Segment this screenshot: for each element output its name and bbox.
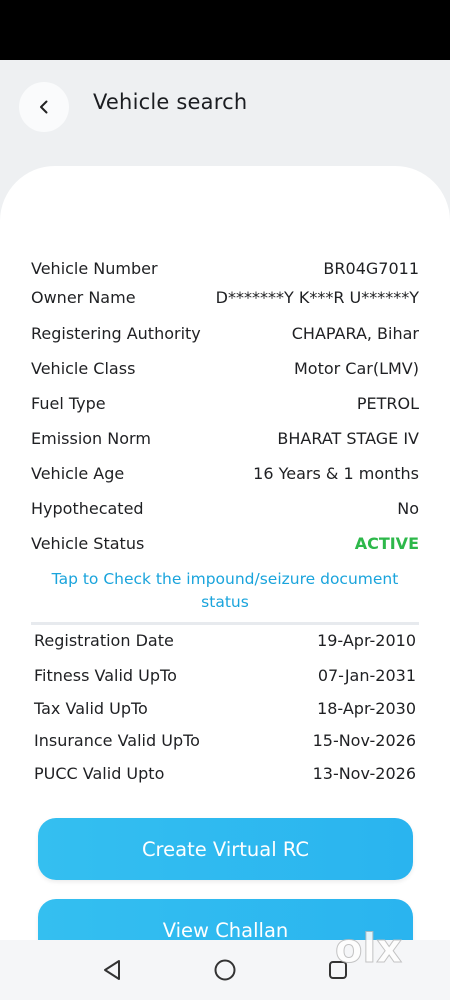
back-button[interactable] [19,82,69,132]
detail-label: Fuel Type [31,393,106,413]
section-divider [31,622,419,625]
detail-value: 16 Years & 1 months [253,463,419,483]
validity-value: 15-Nov-2026 [312,730,416,750]
validity-row-registration-date: Registration Date 19-Apr-2010 [34,628,416,652]
olx-watermark-logo: olx [335,926,403,973]
validity-label: PUCC Valid Upto [34,763,165,783]
detail-value: PETROL [356,393,419,413]
validity-label: Insurance Valid UpTo [34,730,200,750]
detail-row-emission-norm: Emission Norm BHARAT STAGE IV [31,426,419,450]
validity-row-tax: Tax Valid UpTo 18-Apr-2030 [34,696,416,720]
detail-row-vehicle-class: Vehicle Class Motor Car(LMV) [31,356,419,380]
validity-value: 19-Apr-2010 [317,630,416,650]
detail-row-vehicle-number: Vehicle Number BR04G7011 [31,256,419,280]
detail-value: BHARAT STAGE IV [277,428,419,448]
validity-label: Tax Valid UpTo [34,698,148,718]
detail-value: BR04G7011 [323,258,419,278]
detail-row-registering-authority: Registering Authority CHAPARA, Bihar [31,321,419,345]
vehicle-details-card: Vehicle Number BR04G7011 Owner Name D***… [0,166,450,940]
page-title: Vehicle search [93,90,248,114]
svg-text:olx: olx [335,926,402,972]
validity-row-pucc: PUCC Valid Upto 13-Nov-2026 [34,761,416,785]
detail-value: Motor Car(LMV) [293,358,419,378]
detail-label: Registering Authority [31,323,201,343]
detail-label: Hypothecated [31,498,144,518]
header: Vehicle search [0,60,450,160]
validity-value: 13-Nov-2026 [312,763,416,783]
app-screen: Vehicle search Vehicle Number BR04G7011 … [0,60,450,940]
status-badge: ACTIVE [354,533,419,553]
detail-label: Vehicle Status [31,533,145,553]
detail-value: D*******Y K***R U******Y [215,287,419,307]
create-virtual-rc-button[interactable]: Create Virtual RC [38,818,413,880]
validity-value: 18-Apr-2030 [317,698,416,718]
validity-row-insurance: Insurance Valid UpTo 15-Nov-2026 [34,728,416,752]
detail-label: Emission Norm [31,428,151,448]
status-bar [0,0,450,60]
validity-row-fitness: Fitness Valid UpTo 07-Jan-2031 [34,663,416,687]
detail-value: No [397,498,419,518]
detail-row-vehicle-age: Vehicle Age 16 Years & 1 months [31,461,419,485]
impound-check-link[interactable]: Tap to Check the impound/seizure documen… [40,568,410,614]
detail-label: Owner Name [31,287,136,307]
detail-row-vehicle-status: Vehicle Status ACTIVE [31,531,419,555]
detail-row-hypothecated: Hypothecated No [31,496,419,520]
chevron-left-icon [40,100,48,114]
back-triangle-icon[interactable] [99,957,125,983]
detail-value: CHAPARA, Bihar [291,323,419,343]
validity-label: Registration Date [34,630,174,650]
home-circle-icon[interactable] [212,957,238,983]
validity-value: 07-Jan-2031 [317,665,416,685]
detail-label: Vehicle Number [31,258,158,278]
validity-label: Fitness Valid UpTo [34,665,177,685]
detail-label: Vehicle Class [31,358,136,378]
detail-label: Vehicle Age [31,463,125,483]
detail-row-owner-name: Owner Name D*******Y K***R U******Y [31,285,419,309]
detail-row-fuel-type: Fuel Type PETROL [31,391,419,415]
